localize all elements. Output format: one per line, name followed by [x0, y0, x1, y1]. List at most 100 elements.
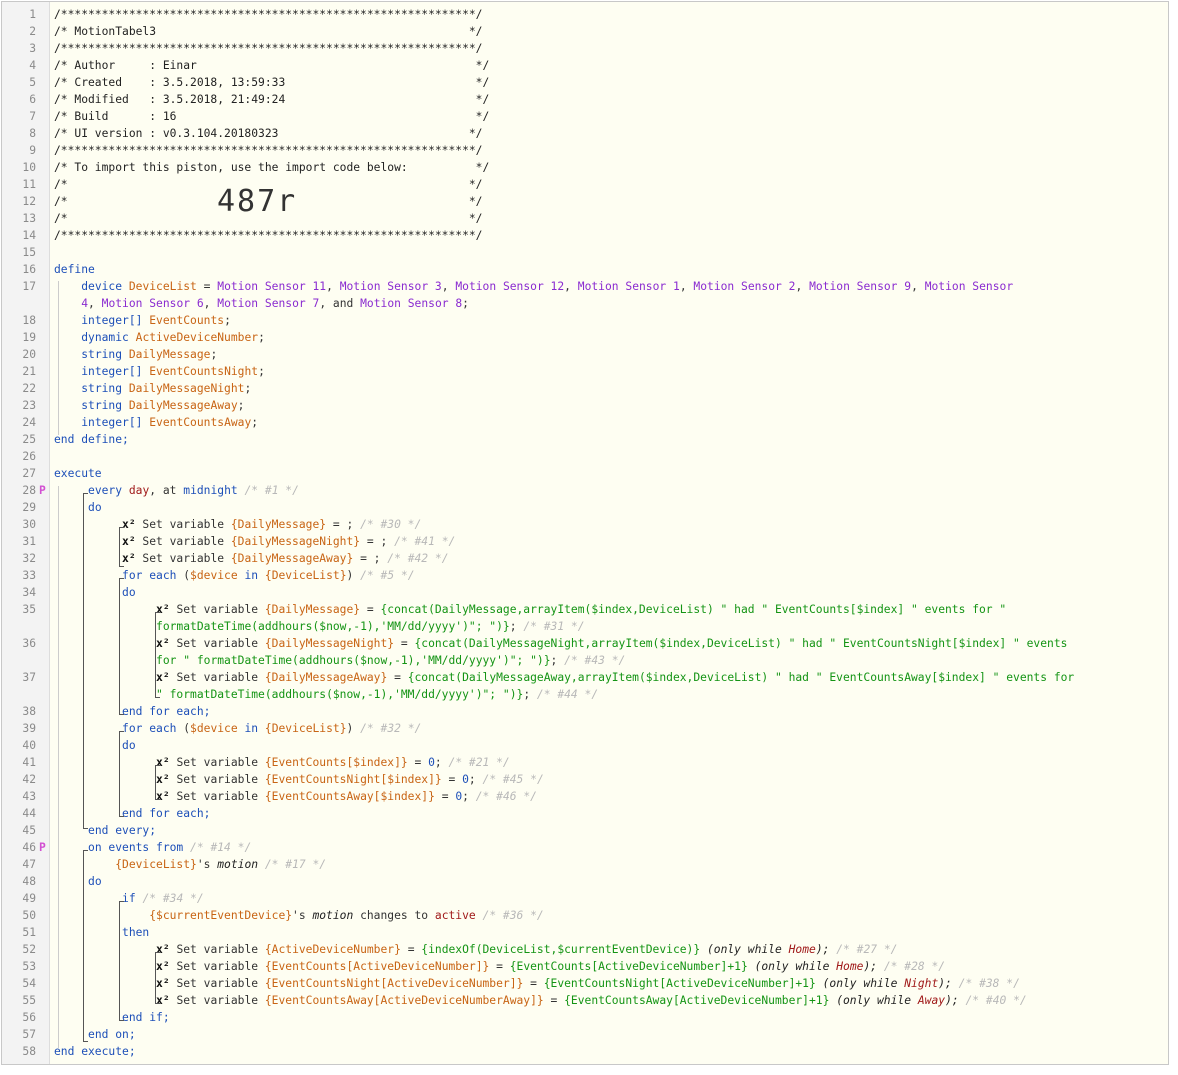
for-each-2-tick-top: [119, 731, 124, 732]
code-text: /* Modified : 3.5.2018, 21:49:24 */: [54, 93, 490, 106]
code-text: string DailyMessage;: [81, 348, 218, 361]
code-line[interactable]: 4 /* Author : Einar */: [2, 57, 1168, 74]
code-text: end every;: [88, 824, 157, 837]
code-line[interactable]: 29 do: [2, 499, 1168, 516]
line-number: 30: [22, 518, 36, 531]
code-line[interactable]: 1 /**************************************…: [2, 6, 1168, 23]
code-line[interactable]: 32 x² Set variable {DailyMessageAway} = …: [2, 550, 1168, 567]
code-line[interactable]: 13/* */: [2, 210, 1168, 227]
code-line[interactable]: 48 do: [2, 873, 1168, 890]
code-line[interactable]: 10 /* To import this piston, use the impo…: [2, 159, 1168, 176]
code-text: string DailyMessageNight;: [81, 382, 252, 395]
code-line[interactable]: 6 /* Modified : 3.5.2018, 21:49:24 */: [2, 91, 1168, 108]
line-number: 19: [22, 331, 36, 344]
code-line[interactable]: 14 /*************************************…: [2, 227, 1168, 244]
code-text: integer[] EventCounts;: [81, 314, 231, 327]
line-number: 37: [22, 671, 36, 684]
code-text: integer[] EventCountsNight;: [81, 365, 265, 378]
code-line[interactable]: 46 P on events from /* #14 */: [2, 839, 1168, 856]
code-line[interactable]: 43 x² Set variable {EventCountsAway[$ind…: [2, 788, 1168, 805]
code-line[interactable]: 11/* */: [2, 176, 1168, 193]
code-line[interactable]: 18 integer[] EventCounts;: [2, 312, 1168, 329]
line-number: 15: [22, 246, 36, 259]
line-number: 29: [22, 501, 36, 514]
code-line[interactable]: 37 x² Set variable {DailyMessageAway} = …: [2, 669, 1168, 703]
code-line[interactable]: 51 then: [2, 924, 1168, 941]
code-text: end for each;: [122, 705, 211, 718]
code-text: for each ($device in {DeviceList}) /* #5…: [122, 569, 415, 582]
line-number: 38: [22, 705, 36, 718]
code-line[interactable]: 3 /**************************************…: [2, 40, 1168, 57]
every-block-tick-bottom: [83, 828, 88, 829]
code-line[interactable]: 12/* */: [2, 193, 1168, 210]
code-text: x² Set variable {EventCounts[$index]} = …: [156, 756, 510, 769]
code-line[interactable]: 42 x² Set variable {EventCountsNight[$in…: [2, 771, 1168, 788]
code-line[interactable]: 23 string DailyMessageAway;: [2, 397, 1168, 414]
code-line[interactable]: 34 do: [2, 584, 1168, 601]
for-each-2-bar: [119, 731, 120, 816]
line-number: 3: [29, 42, 36, 55]
code-line[interactable]: 25 end define;: [2, 431, 1168, 448]
code-line[interactable]: 30 x² Set variable {DailyMessage} = ; /*…: [2, 516, 1168, 533]
code-line[interactable]: 21 integer[] EventCountsNight;: [2, 363, 1168, 380]
line-number: 11: [22, 178, 36, 191]
code-line[interactable]: 26: [2, 448, 1168, 465]
code-line[interactable]: 17 device DeviceList = Motion Sensor 11,…: [2, 278, 1168, 312]
code-line[interactable]: 16 define: [2, 261, 1168, 278]
line-number: 1: [29, 8, 36, 21]
code-line[interactable]: 52 x² Set variable {ActiveDeviceNumber} …: [2, 941, 1168, 958]
code-line[interactable]: 28 P every day, at midnight /* #1 */: [2, 482, 1168, 499]
line-number: 55: [22, 994, 36, 1007]
code-line[interactable]: 31 x² Set variable {DailyMessageNight} =…: [2, 533, 1168, 550]
code-line[interactable]: 5 /* Created : 3.5.2018, 13:59:33 */: [2, 74, 1168, 91]
line-number: 16: [22, 263, 36, 276]
code-line[interactable]: 2 /* MotionTabel3 */: [2, 23, 1168, 40]
code-line[interactable]: 47 {DeviceList}'s motion /* #17 */: [2, 856, 1168, 873]
code-text: end on;: [88, 1028, 136, 1041]
piston-restriction-marker: P: [39, 841, 46, 854]
code-line[interactable]: 8 /* UI version : v0.3.104.20180323 */: [2, 125, 1168, 142]
code-line[interactable]: 15: [2, 244, 1168, 261]
code-line[interactable]: 41 x² Set variable {EventCounts[$index]}…: [2, 754, 1168, 771]
code-line[interactable]: 40 do: [2, 737, 1168, 754]
line-number: 42: [22, 773, 36, 786]
piston-code-editor[interactable]: 1 /**************************************…: [1, 1, 1169, 1065]
code-line[interactable]: 50 {$currentEventDevice}'s motion change…: [2, 907, 1168, 924]
code-line[interactable]: 53 x² Set variable {EventCounts[ActiveDe…: [2, 958, 1168, 975]
code-text: do: [88, 501, 102, 514]
code-line[interactable]: 54 x² Set variable {EventCountsNight[Act…: [2, 975, 1168, 992]
code-line[interactable]: 35 x² Set variable {DailyMessage} = {con…: [2, 601, 1168, 635]
code-line[interactable]: 45 end every;: [2, 822, 1168, 839]
line-number: 51: [22, 926, 36, 939]
concat-group-tick-top: [155, 612, 160, 613]
code-line[interactable]: 19 dynamic ActiveDeviceNumber;: [2, 329, 1168, 346]
code-line[interactable]: 20 string DailyMessage;: [2, 346, 1168, 363]
code-line[interactable]: 24 integer[] EventCountsAway;: [2, 414, 1168, 431]
code-text: /***************************************…: [54, 8, 483, 21]
on-events-tick-bottom: [83, 1041, 88, 1042]
code-text: /* UI version : v0.3.104.20180323 */: [54, 127, 483, 140]
code-line[interactable]: 36 x² Set variable {DailyMessageNight} =…: [2, 635, 1168, 669]
line-number: 49: [22, 892, 36, 905]
code-line[interactable]: 22 string DailyMessageNight;: [2, 380, 1168, 397]
code-line[interactable]: 57 end on;: [2, 1026, 1168, 1043]
code-line[interactable]: 9 /**************************************…: [2, 142, 1168, 159]
code-line[interactable]: 39 for each ($device in {DeviceList}) /*…: [2, 720, 1168, 737]
import-code[interactable]: 487r: [217, 184, 297, 220]
code-line[interactable]: 7 /* Build : 16 */: [2, 108, 1168, 125]
code-line[interactable]: 27 execute: [2, 465, 1168, 482]
code-text: x² Set variable {DailyMessage} = ; /* #3…: [122, 518, 422, 531]
line-number: 57: [22, 1028, 36, 1041]
code-line[interactable]: 49 if /* #34 */: [2, 890, 1168, 907]
set-group-1-tick-bottom: [119, 566, 124, 567]
on-events-tick-top: [83, 850, 88, 851]
code-line[interactable]: 38 end for each;: [2, 703, 1168, 720]
code-line[interactable]: 44 end for each;: [2, 805, 1168, 822]
code-line[interactable]: 33 for each ($device in {DeviceList}) /*…: [2, 567, 1168, 584]
code-line[interactable]: 58 end execute;: [2, 1043, 1168, 1060]
code-line[interactable]: 55 x² Set variable {EventCountsAway[Acti…: [2, 992, 1168, 1009]
code-text: /* Created : 3.5.2018, 13:59:33 */: [54, 76, 490, 89]
code-line[interactable]: 56 end if;: [2, 1009, 1168, 1026]
line-number: 26: [22, 450, 36, 463]
line-number: 18: [22, 314, 36, 327]
